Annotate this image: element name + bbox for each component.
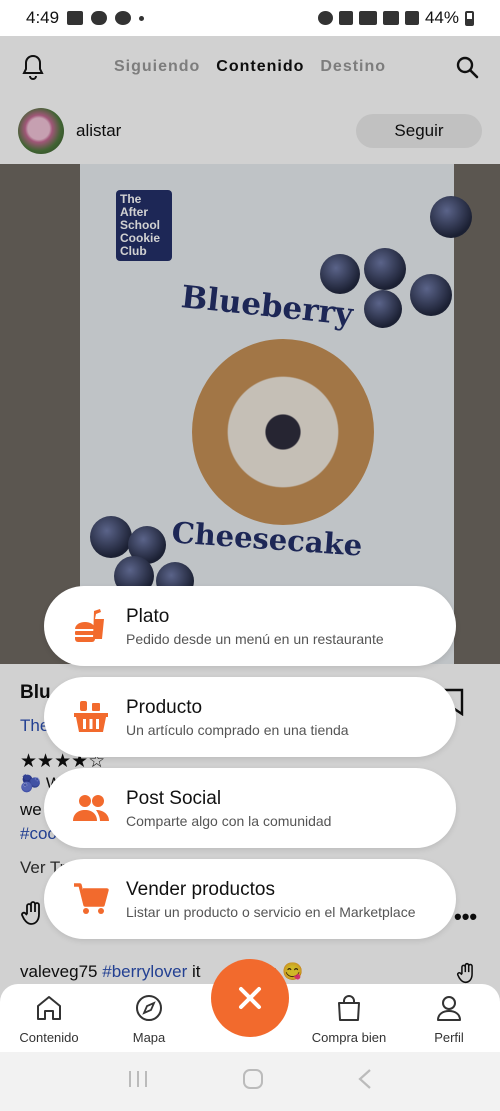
more-notifications-icon — [139, 15, 145, 21]
people-icon — [72, 789, 110, 827]
action-plato[interactable]: Plato Pedido desde un menú en un restaur… — [44, 586, 456, 666]
alarm-icon — [317, 11, 333, 25]
action-vender-productos[interactable]: Vender productos Listar un producto o se… — [44, 859, 456, 939]
cart-icon — [72, 880, 110, 918]
cloud-notification-icon — [91, 11, 108, 25]
nav-item-perfil[interactable]: Perfil — [404, 992, 494, 1045]
action-subtitle: Comparte algo con la comunidad — [126, 812, 332, 829]
action-producto[interactable]: Producto Un artículo comprado en una tie… — [44, 677, 456, 757]
shopping-bag-icon — [304, 992, 394, 1024]
battery-icon — [465, 10, 474, 26]
home-icon — [4, 992, 94, 1024]
signal-icon — [404, 11, 419, 25]
action-subtitle: Un artículo comprado en una tienda — [126, 721, 349, 738]
action-title: Vender productos — [126, 878, 275, 900]
nav-item-mapa[interactable]: Mapa — [104, 992, 194, 1045]
profile-icon — [404, 992, 494, 1024]
nav-item-contenido[interactable]: Contenido — [4, 992, 94, 1045]
close-create-menu-button[interactable] — [211, 959, 289, 1037]
action-post-social[interactable]: Post Social Comparte algo con la comunid… — [44, 768, 456, 848]
nav-item-compra-bien[interactable]: Compra bien — [304, 992, 394, 1045]
action-title: Post Social — [126, 787, 222, 809]
basket-icon — [72, 698, 110, 736]
recent-apps-icon[interactable] — [127, 1069, 149, 1094]
action-subtitle: Pedido desde un menú en un restaurante — [126, 630, 384, 647]
nav-label: Contenido — [19, 1030, 79, 1045]
action-subtitle: Listar un producto o servicio en el Mark… — [126, 903, 416, 920]
action-title: Producto — [126, 696, 203, 718]
system-navigation-bar — [0, 1052, 500, 1111]
volte-icon — [382, 11, 399, 25]
nav-label: Mapa — [132, 1030, 166, 1045]
nav-label: Compra bien — [311, 1030, 387, 1045]
search-icon[interactable] — [452, 52, 482, 82]
compass-icon — [104, 992, 194, 1024]
action-title: Plato — [126, 605, 170, 627]
wifi-icon — [358, 11, 377, 25]
back-icon[interactable] — [357, 1068, 373, 1095]
nav-label: Perfil — [434, 1030, 464, 1045]
close-icon — [239, 987, 261, 1009]
mute-icon — [338, 11, 353, 25]
whatsapp-notification-icon — [115, 11, 132, 25]
notifications-bell-icon[interactable] — [18, 52, 48, 82]
home-button-icon[interactable] — [242, 1068, 264, 1095]
gallery-notification-icon — [67, 11, 84, 25]
battery-percent: 44% — [424, 8, 459, 27]
status-time: 4:49 — [26, 8, 60, 27]
dish-icon — [72, 607, 110, 645]
status-bar: 4:49 44% — [0, 0, 500, 36]
